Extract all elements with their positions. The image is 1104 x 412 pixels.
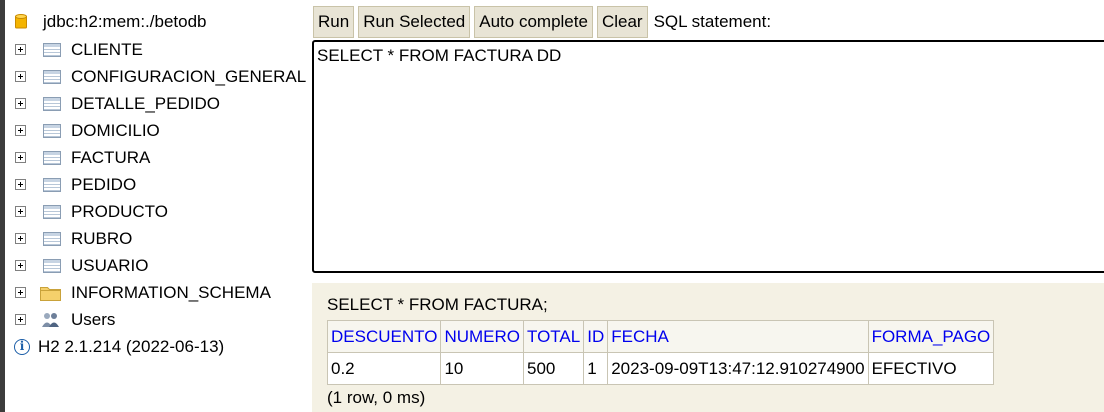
- table-label: FACTURA: [71, 147, 151, 167]
- table-icon: [43, 177, 61, 192]
- table-icon: [43, 69, 61, 84]
- column-header[interactable]: FECHA: [607, 320, 869, 353]
- version-label: H2 2.1.214 (2022-06-13): [38, 336, 225, 356]
- table-icon: [43, 42, 61, 57]
- object-tree: jdbc:h2:mem:./betodb CLIENTE CONFIGURACIO…: [5, 0, 308, 412]
- table-icon: [43, 204, 61, 219]
- column-header[interactable]: NUMERO: [440, 320, 524, 353]
- result-footer: (1 row, 0 ms): [327, 388, 426, 407]
- clear-button[interactable]: Clear: [596, 6, 648, 38]
- column-header[interactable]: TOTAL: [522, 320, 585, 353]
- table-icon: [43, 123, 61, 138]
- table-label: DETALLE_PEDIDO: [71, 93, 220, 113]
- expand-icon[interactable]: [15, 314, 26, 325]
- toolbar: Run Run Selected Auto complete Clear SQL…: [313, 4, 771, 40]
- column-header[interactable]: FORMA_PAGO: [867, 320, 995, 353]
- expand-icon[interactable]: [15, 71, 26, 82]
- table-cell: 0.2: [326, 352, 442, 385]
- expand-icon[interactable]: [15, 206, 26, 217]
- column-header[interactable]: DESCUENTO: [326, 320, 442, 353]
- table-row: 0.2 10 500 1 2023-09-09T13:47:12.910274900 EF…: [326, 352, 995, 385]
- sql-editor-text: SELECT * FROM FACTURA DD: [317, 46, 562, 65]
- expand-icon[interactable]: [15, 152, 26, 163]
- table-icon: [43, 150, 61, 165]
- connection-label: jdbc:h2:mem:./betodb: [43, 11, 207, 31]
- users-icon: [42, 312, 59, 327]
- expand-icon[interactable]: [15, 233, 26, 244]
- table-cell: 2023-09-09T13:47:12.910274900: [607, 352, 869, 385]
- table-label: CONFIGURACION_GENERAL: [71, 66, 307, 86]
- expand-icon[interactable]: [15, 44, 26, 55]
- expand-icon[interactable]: [15, 98, 26, 109]
- schema-label: INFORMATION_SCHEMA: [71, 282, 271, 302]
- table-cell: 1: [583, 352, 609, 385]
- expand-icon[interactable]: [15, 125, 26, 136]
- database-icon: [15, 13, 27, 28]
- table-cell: 10: [440, 352, 524, 385]
- result-table: DESCUENTO NUMERO TOTAL ID FECHA FORMA_PAGO 0.…: [326, 320, 995, 385]
- table-cell: EFECTIVO: [867, 352, 995, 385]
- sql-editor[interactable]: SELECT * FROM FACTURA DD: [312, 40, 1104, 273]
- result-query: SELECT * FROM FACTURA;: [327, 295, 548, 314]
- table-cell: 500: [522, 352, 585, 385]
- run-selected-button[interactable]: Run Selected: [358, 6, 471, 38]
- result-header-row: DESCUENTO NUMERO TOTAL ID FECHA FORMA_PAGO: [326, 320, 995, 353]
- run-button[interactable]: Run: [313, 6, 355, 38]
- table-icon: [43, 96, 61, 111]
- users-label: Users: [71, 309, 116, 329]
- folder-icon: [40, 286, 61, 301]
- expand-icon[interactable]: [15, 179, 26, 190]
- table-label: RUBRO: [71, 228, 133, 248]
- table-label: DOMICILIO: [71, 120, 160, 140]
- table-icon: [43, 258, 61, 273]
- expand-icon[interactable]: [15, 260, 26, 271]
- table-label: PRODUCTO: [71, 201, 168, 221]
- info-icon: i: [14, 338, 30, 355]
- table-label: CLIENTE: [71, 39, 143, 59]
- sql-statement-label: SQL statement:: [653, 12, 772, 31]
- result-panel: SELECT * FROM FACTURA; DESCUENTO NUMERO TO…: [312, 283, 1104, 412]
- table-icon: [43, 231, 61, 246]
- expand-icon[interactable]: [15, 287, 26, 298]
- table-label: USUARIO: [71, 255, 149, 275]
- auto-complete-button[interactable]: Auto complete: [474, 6, 593, 38]
- table-label: PEDIDO: [71, 174, 137, 194]
- column-header[interactable]: ID: [583, 320, 609, 353]
